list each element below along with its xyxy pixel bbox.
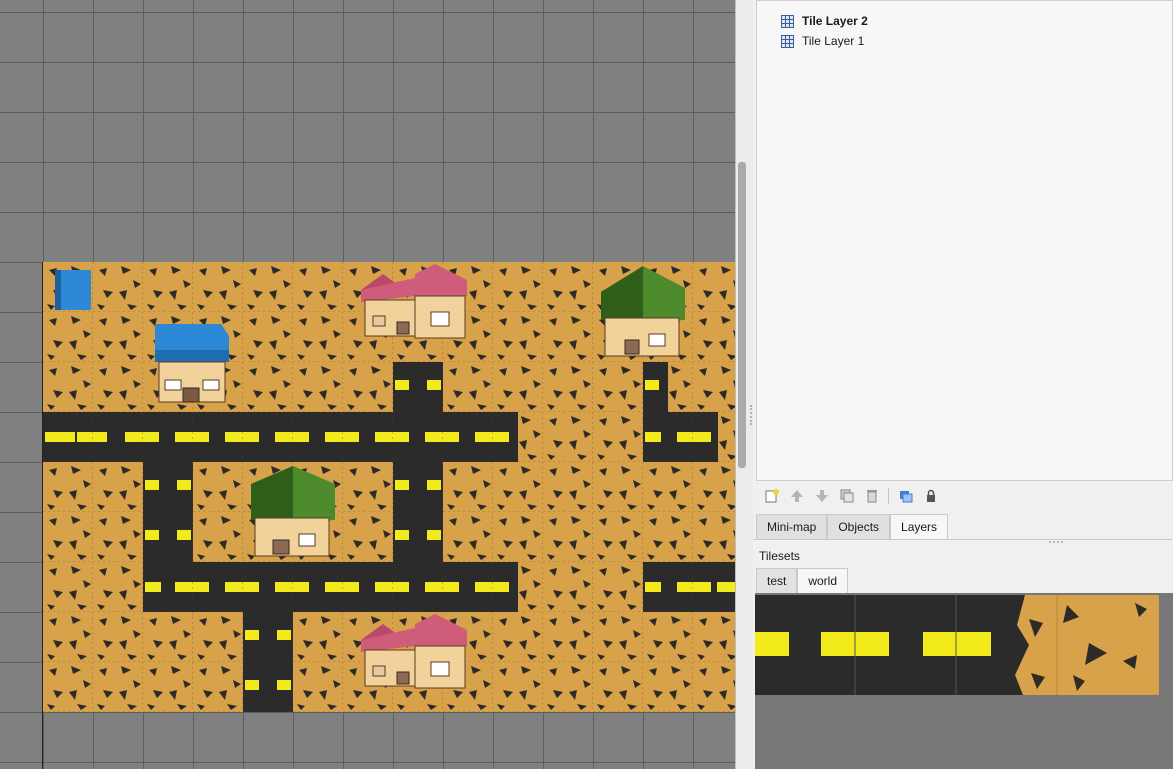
- tileset-view[interactable]: [755, 593, 1173, 769]
- new-layer-button[interactable]: [761, 486, 782, 507]
- raise-layer-button[interactable]: [786, 486, 807, 507]
- tab-divider: [753, 539, 1173, 540]
- tab-tileset-world[interactable]: world: [797, 568, 849, 593]
- layers-list: Tile Layer 2 Tile Layer 1: [756, 0, 1173, 481]
- duplicate-layer-icon: [840, 489, 853, 503]
- delete-layer-icon: [866, 490, 877, 503]
- tilesets-title: Tilesets: [759, 549, 800, 563]
- lower-layer-button[interactable]: [811, 486, 832, 507]
- vertical-scrollbar[interactable]: [738, 162, 746, 468]
- tileset-tab-bar: test world: [756, 568, 849, 593]
- tab-layers[interactable]: Layers: [890, 514, 949, 539]
- layer-label: Tile Layer 2: [802, 14, 868, 28]
- tab-mini-map[interactable]: Mini-map: [756, 514, 828, 539]
- lower-layer-icon: [815, 490, 828, 502]
- layer-row-tile-layer-2[interactable]: Tile Layer 2: [781, 11, 868, 31]
- new-layer-icon: [765, 489, 779, 503]
- tile-layer-icon: [781, 34, 794, 48]
- show-hide-other-layers-button[interactable]: [895, 486, 916, 507]
- lock-layer-button[interactable]: [920, 486, 941, 507]
- duplicate-layer-button[interactable]: [836, 486, 857, 507]
- house-blue: [155, 324, 229, 403]
- raise-layer-icon: [790, 490, 803, 502]
- tab-tileset-test[interactable]: test: [756, 568, 798, 593]
- delete-layer-button[interactable]: [861, 486, 882, 507]
- dock-tab-bar: Mini-map Objects Layers: [756, 514, 949, 539]
- tab-objects[interactable]: Objects: [827, 514, 891, 539]
- map-canvas[interactable]: [0, 0, 735, 769]
- blue-block: [55, 270, 91, 310]
- tile-layer-icon: [781, 14, 794, 28]
- tile-map[interactable]: [43, 262, 735, 712]
- show-hide-other-layers-icon: [899, 491, 912, 503]
- layer-label: Tile Layer 1: [802, 34, 865, 48]
- house-green-middle: [251, 466, 335, 557]
- layer-row-tile-layer-1[interactable]: Tile Layer 1: [781, 31, 864, 51]
- layers-toolbar: [761, 484, 941, 508]
- tileset-image[interactable]: [755, 595, 1159, 695]
- dock-resize-grip[interactable]: [1049, 541, 1063, 543]
- splitter-grip[interactable]: [750, 405, 752, 425]
- toolbar-separator: [888, 488, 889, 504]
- right-panel: Tile Layer 2 Tile Layer 1 Mini-map Objec…: [753, 0, 1173, 769]
- lock-layer-icon: [926, 489, 935, 502]
